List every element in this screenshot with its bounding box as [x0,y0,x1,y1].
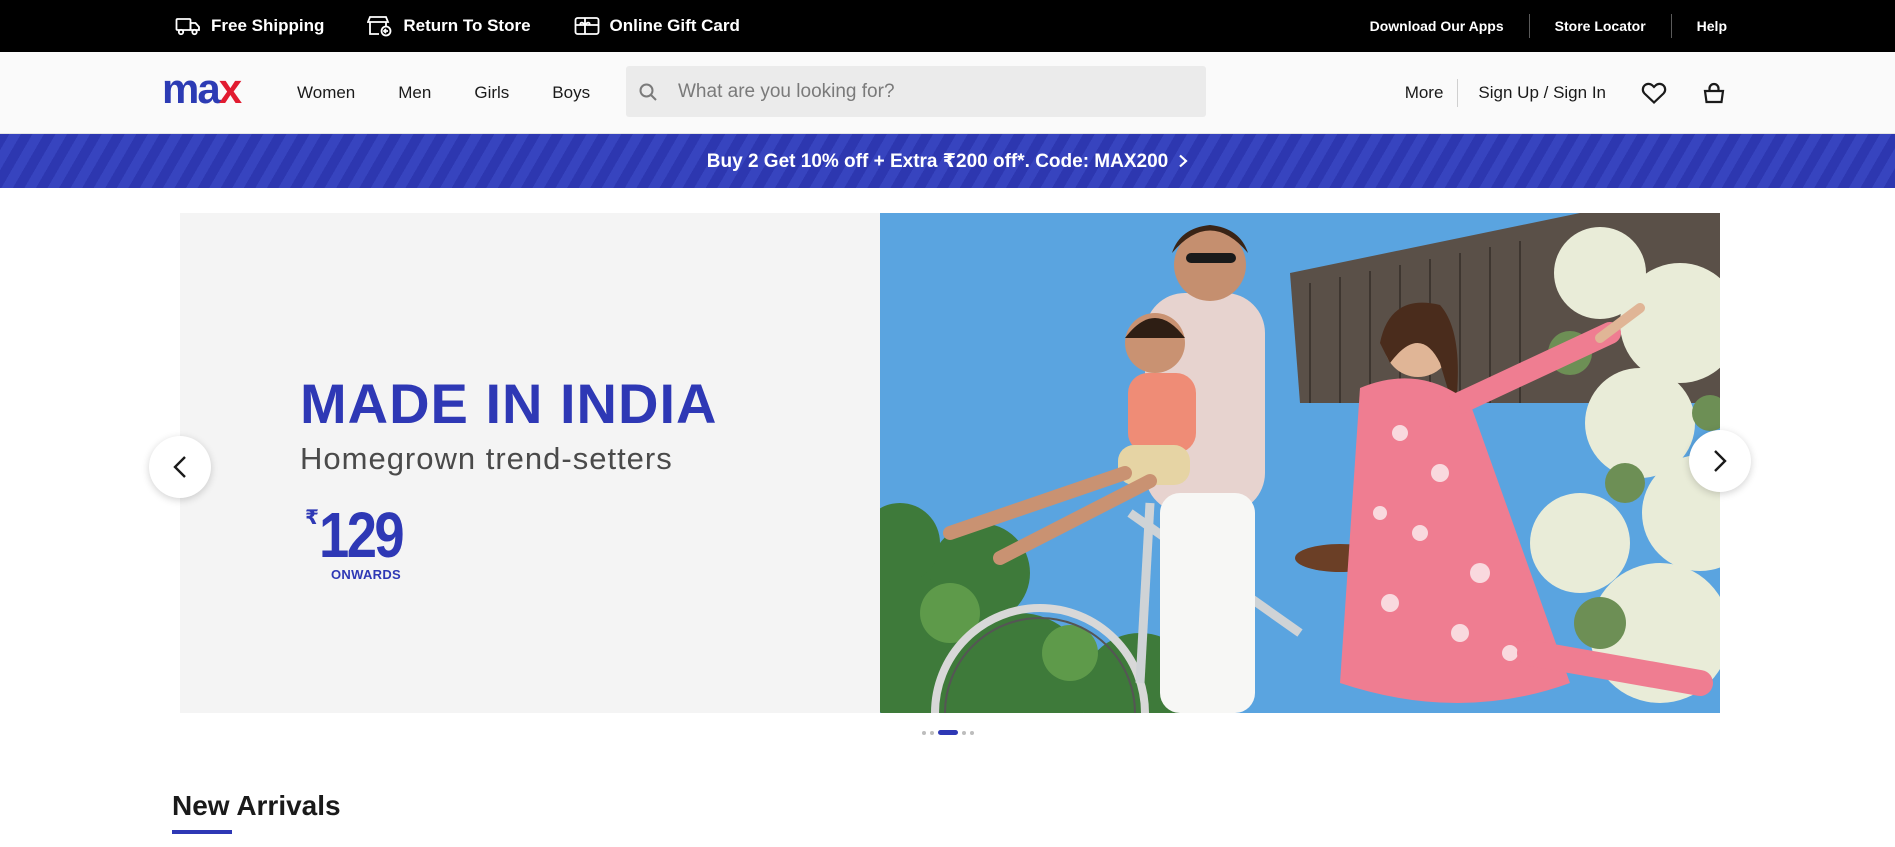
hero-family-photo [880,213,1720,713]
carousel-pagination [922,730,974,735]
rupee-symbol: ₹ [305,507,319,529]
more-menu[interactable]: More [1405,83,1458,103]
hero-headline: MADE IN INDIA [300,372,718,435]
hero-text-panel: MADE IN INDIA Homegrown trend-setters ₹ … [180,213,880,713]
section-title: New Arrivals [172,790,341,821]
nav-item-girls[interactable]: Girls [474,83,509,103]
free-shipping-link[interactable]: Free Shipping [175,15,324,37]
primary-nav: Women Men Girls Boys [297,52,590,134]
price-suffix: ONWARDS [331,567,401,582]
header-actions: More Sign Up / Sign In [1405,52,1728,134]
utility-bar: Free Shipping Return To Store Online Gif… [0,0,1895,52]
max-logo[interactable]: max [162,65,242,112]
carousel-dot[interactable] [922,730,926,735]
hero-subheadline: Homegrown trend-setters [300,441,673,476]
carousel-dot-active[interactable] [938,730,958,735]
online-gift-card-link[interactable]: Online Gift Card [574,15,740,37]
bag-icon [1703,82,1725,104]
section-title-underline [172,830,232,834]
hero-carousel[interactable]: MADE IN INDIA Homegrown trend-setters ₹ … [180,213,1720,713]
search-bar[interactable] [626,66,1206,117]
promo-text: Buy 2 Get 10% off + Extra ₹200 off*. Cod… [706,150,1169,172]
promo-banner[interactable]: Buy 2 Get 10% off + Extra ₹200 off*. Cod… [0,134,1895,188]
utility-right-group: Download Our Apps Store Locator Help [1345,0,1727,52]
carousel-next-button[interactable] [1689,430,1751,492]
return-to-store-link[interactable]: Return To Store [367,15,531,37]
help-link[interactable]: Help [1672,18,1727,34]
carousel-dot[interactable] [962,730,966,735]
free-shipping-label: Free Shipping [211,16,325,35]
chevron-right-icon [1714,450,1727,472]
download-apps-link[interactable]: Download Our Apps [1345,18,1529,34]
heart-icon [1641,82,1667,105]
nav-item-boys[interactable]: Boys [552,83,590,103]
return-store-icon [367,16,392,37]
logo-text-ma: ma [162,65,221,112]
price-value: 129 [319,499,405,571]
carousel-dot[interactable] [930,730,934,735]
carousel-prev-button[interactable] [149,436,211,498]
carousel-dot[interactable] [970,730,974,735]
search-input[interactable] [678,80,1178,103]
chevron-left-icon [173,456,186,478]
nav-item-women[interactable]: Women [297,83,355,103]
nav-item-men[interactable]: Men [398,83,431,103]
logo-text-x: x [218,65,242,112]
hero-image [880,213,1720,713]
wishlist-button[interactable] [1640,79,1668,107]
online-gift-card-label: Online Gift Card [609,16,740,35]
gift-card-icon [574,17,599,35]
cart-button[interactable] [1700,79,1728,107]
signin-link[interactable]: Sign Up / Sign In [1458,83,1640,103]
return-to-store-label: Return To Store [403,16,531,35]
main-header: max Women Men Girls Boys More Sign Up / … [0,52,1895,134]
store-locator-link[interactable]: Store Locator [1530,18,1671,34]
truck-icon [175,18,200,36]
chevron-right-icon [1179,154,1188,168]
search-icon [639,83,657,101]
utility-left-group: Free Shipping Return To Store Online Gif… [175,0,740,52]
